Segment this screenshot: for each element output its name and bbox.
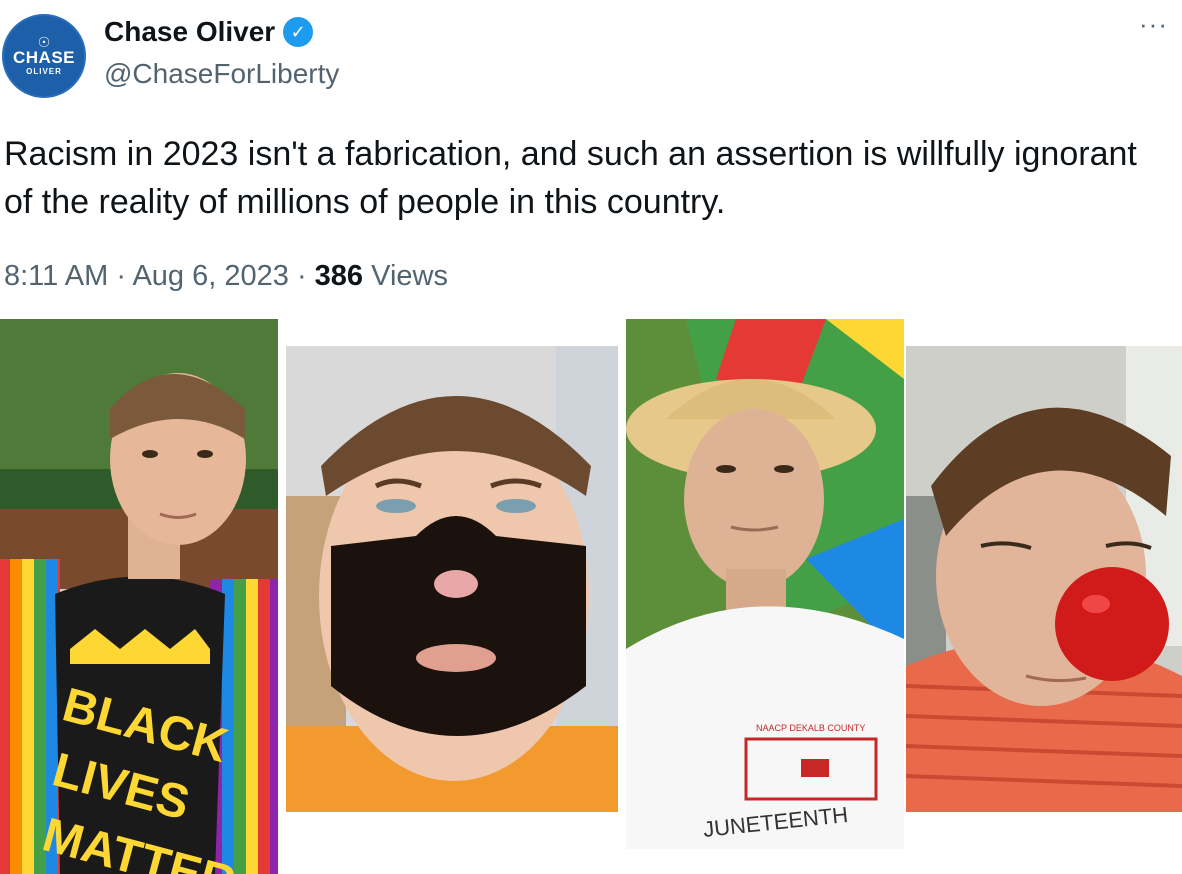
tweet-photo-2[interactable] <box>286 346 618 812</box>
torch-icon: ☉ <box>37 34 51 50</box>
tweet-text: Racism in 2023 isn't a fabrication, and … <box>4 135 1137 221</box>
views-label: Views <box>371 260 448 292</box>
verified-badge-icon[interactable]: ✓ <box>283 17 314 47</box>
tweet-photo-4[interactable] <box>906 346 1182 812</box>
meta-separator: · <box>296 260 307 292</box>
meta-separator: · <box>116 260 126 292</box>
avatar-text-line1: CHASE <box>12 48 75 67</box>
more-horizontal-icon[interactable]: ··· <box>1139 11 1168 37</box>
tweet-photo-3[interactable]: NAACP DEKALB COUNTY JUNETEENTH <box>626 319 904 849</box>
tweet-photo-1[interactable]: BLACK LIVES MATTER <box>0 319 278 874</box>
tweet-time[interactable]: 8:11 AM <box>4 260 108 292</box>
avatar-text-line2: OLIVER <box>26 67 62 76</box>
author-name-row: Chase Oliver ✓ <box>104 16 314 48</box>
avatar[interactable]: ☉ CHASE OLIVER <box>2 14 86 98</box>
tweet-date[interactable]: Aug 6, 2023 <box>132 260 288 292</box>
display-name[interactable]: Chase Oliver <box>104 16 275 48</box>
shirt-small-text: NAACP DEKALB COUNTY <box>756 723 865 733</box>
author-handle[interactable]: @ChaseForLiberty <box>104 58 339 90</box>
tweet-meta: 8:11 AM · Aug 6, 2023 · 386 Views <box>4 260 448 293</box>
views-count: 386 <box>314 260 364 292</box>
